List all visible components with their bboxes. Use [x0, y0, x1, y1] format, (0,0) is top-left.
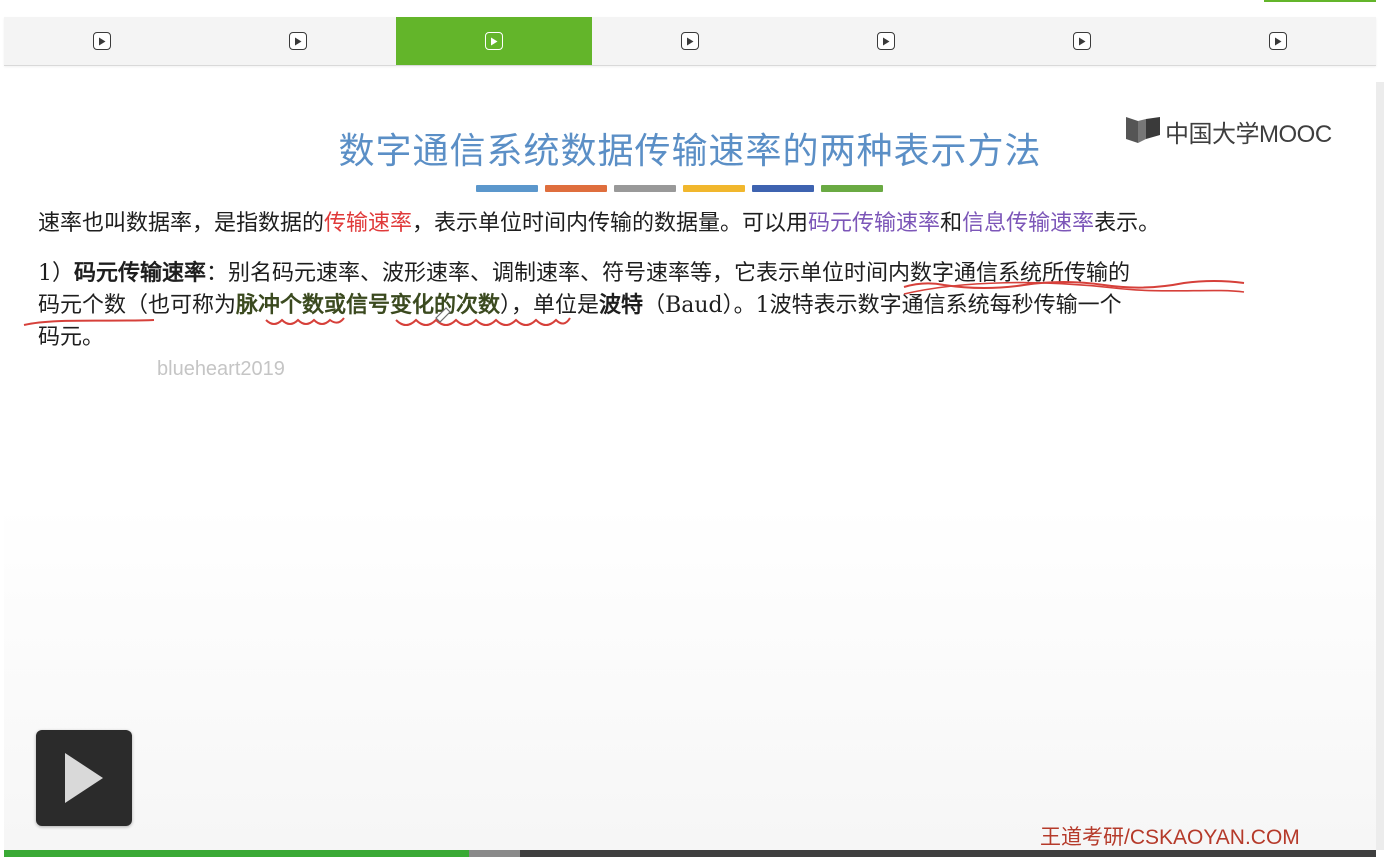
chapter-tab-7[interactable] [1180, 17, 1376, 65]
chapter-tab-4[interactable] [592, 17, 788, 65]
text-segment: 码元。 [38, 325, 105, 350]
text-segment: 表示。 [1094, 211, 1161, 236]
text-segment: （Baud）。1波特表示数字通信系统每秒传输一个 [643, 293, 1122, 318]
title-color-bar-4 [683, 185, 745, 192]
video-right-edge [1376, 82, 1384, 850]
play-icon [93, 32, 111, 50]
text-segment: 传输速率 [324, 211, 413, 236]
chapter-tab-3[interactable] [396, 17, 592, 65]
chapter-tab-5[interactable] [788, 17, 984, 65]
play-icon [485, 32, 503, 50]
slide-paragraph-rate-definition: 速率也叫数据率，是指数据的传输速率，表示单位时间内传输的数据量。可以用码元传输速… [38, 208, 1338, 240]
chapter-tab-6[interactable] [984, 17, 1180, 65]
symbol-rate-line-2: 码元个数（也可称为脉冲个数或信号变化的次数），单位是波特（Baud）。1波特表示… [38, 290, 1338, 322]
chapter-tab-bar [4, 17, 1376, 66]
play-icon [877, 32, 895, 50]
text-segment: 速率也叫数据率，是指数据的 [38, 211, 325, 236]
mooc-logo: 中国大学MOOC [1122, 114, 1332, 149]
slide-paragraph-symbol-rate: 1）码元传输速率：别名码元速率、波形速率、调制速率、符号速率等，它表示单位时间内… [38, 258, 1338, 354]
corner-accent-strip [1264, 0, 1376, 2]
title-color-bar-1 [476, 185, 538, 192]
chapter-tab-2[interactable] [200, 17, 396, 65]
text-segment: 码元传输速率 [808, 211, 941, 236]
text-segment: ，表示单位时间内传输的数据量。可以用 [412, 211, 809, 236]
symbol-rate-line-3: 码元。 [38, 322, 1338, 354]
title-color-bar-5 [752, 185, 814, 192]
text-segment: 波特 [599, 293, 644, 318]
big-play-button[interactable] [36, 730, 132, 826]
title-color-bar-2 [545, 185, 607, 192]
play-icon [1269, 32, 1287, 50]
title-color-bar-6 [821, 185, 883, 192]
text-segment: 码元个数（也可称为 [38, 293, 237, 318]
text-segment: ：别名码元速率、波形速率、调制速率、符号速率等，它表示单位时间内数字通信系统所传… [206, 261, 1131, 286]
title-color-bars [476, 185, 883, 192]
text-segment: 信息传输速率 [962, 211, 1095, 236]
text-segment: 脉冲个数或信号变化的次数 [236, 293, 501, 318]
video-progress-bar[interactable] [4, 850, 1376, 857]
play-icon [681, 32, 699, 50]
symbol-rate-line-1: 1）码元传输速率：别名码元速率、波形速率、调制速率、符号速率等，它表示单位时间内… [38, 258, 1338, 290]
book-logo-icon [1122, 115, 1162, 149]
play-icon [1073, 32, 1091, 50]
mooc-logo-text: 中国大学MOOC [1165, 121, 1332, 148]
chapter-tab-1[interactable] [4, 17, 200, 65]
progress-played [4, 850, 470, 857]
play-icon [65, 753, 103, 803]
uploader-watermark: blueheart2019 [157, 358, 285, 380]
bottom-brand-text: 王道考研/CSKAOYAN.COM [1040, 826, 1300, 849]
text-segment: ），单位是 [500, 293, 600, 318]
text-segment: 和 [940, 211, 963, 236]
text-segment: 码元传输速率 [74, 261, 207, 286]
play-icon [289, 32, 307, 50]
text-segment: 1） [38, 261, 74, 286]
video-player[interactable]: 数字通信系统数据传输速率的两种表示方法 中国大学MOOC 速率也叫数据率，是指数… [4, 82, 1376, 850]
title-color-bar-3 [614, 185, 676, 192]
